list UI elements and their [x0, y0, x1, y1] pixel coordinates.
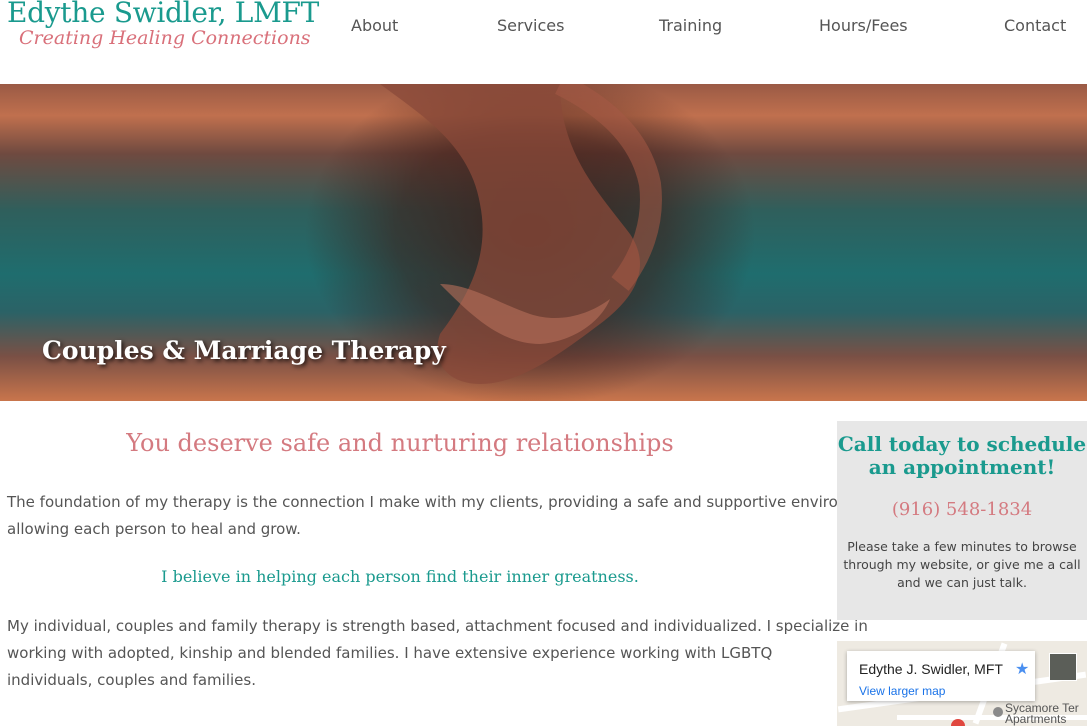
- belief-quote: I believe in helping each person find th…: [161, 567, 639, 586]
- cta-text: Please take a few minutes to browse thro…: [837, 538, 1087, 592]
- map-thumbnail-image[interactable]: [1049, 653, 1077, 681]
- embedded-map[interactable]: Edythe J. Swidler, MFT ★ View larger map…: [837, 641, 1087, 726]
- page-heading: You deserve safe and nurturing relations…: [126, 429, 674, 457]
- cta-heading-line: an appointment!: [868, 455, 1056, 479]
- cta-heading-line: Call today to schedule: [837, 432, 1087, 456]
- star-icon[interactable]: ★: [1015, 659, 1029, 679]
- nav-training[interactable]: Training: [659, 16, 722, 35]
- map-info-card: Edythe J. Swidler, MFT ★ View larger map: [847, 651, 1035, 701]
- intro-line: allowing each person to heal and grow.: [7, 520, 301, 538]
- site-header: Edythe Swidler, LMFT Creating Healing Co…: [0, 0, 1087, 84]
- specialty-line: working with adopted, kinship and blende…: [7, 644, 773, 662]
- specialty-line: individuals, couples and families.: [7, 671, 256, 689]
- map-marker-icon[interactable]: [951, 719, 965, 726]
- nav-hours-fees[interactable]: Hours/Fees: [819, 16, 908, 35]
- main-nav: About Services Training Hours/Fees Conta…: [0, 16, 1087, 40]
- map-poi-icon: [993, 707, 1003, 717]
- view-larger-map-link[interactable]: View larger map: [859, 684, 945, 698]
- intro-line: The foundation of my therapy is the conn…: [7, 493, 887, 511]
- cta-text-line: and we can just talk.: [897, 575, 1027, 590]
- cta-heading: Call today to schedule an appointment!: [837, 433, 1087, 479]
- map-pin-label: Sycamore Ter Apartments: [1005, 702, 1079, 726]
- nav-contact[interactable]: Contact: [1004, 16, 1066, 35]
- specialty-line: My individual, couples and family therap…: [7, 617, 868, 635]
- intro-paragraph: The foundation of my therapy is the conn…: [7, 489, 887, 543]
- call-to-action-box: Call today to schedule an appointment! (…: [837, 421, 1087, 620]
- map-pin-label-line: Apartments: [1005, 712, 1067, 726]
- specialty-paragraph: My individual, couples and family therap…: [7, 613, 868, 694]
- cta-text-line: through my website, or give me a call: [843, 557, 1081, 572]
- nav-about[interactable]: About: [351, 16, 398, 35]
- nav-services[interactable]: Services: [497, 16, 564, 35]
- hero-banner: Couples & Marriage Therapy: [0, 84, 1087, 401]
- hero-title: Couples & Marriage Therapy: [42, 336, 446, 365]
- cta-text-line: Please take a few minutes to browse: [847, 539, 1077, 554]
- map-place-name: Edythe J. Swidler, MFT: [859, 661, 1003, 677]
- phone-number-link[interactable]: (916) 548-1834: [837, 499, 1087, 520]
